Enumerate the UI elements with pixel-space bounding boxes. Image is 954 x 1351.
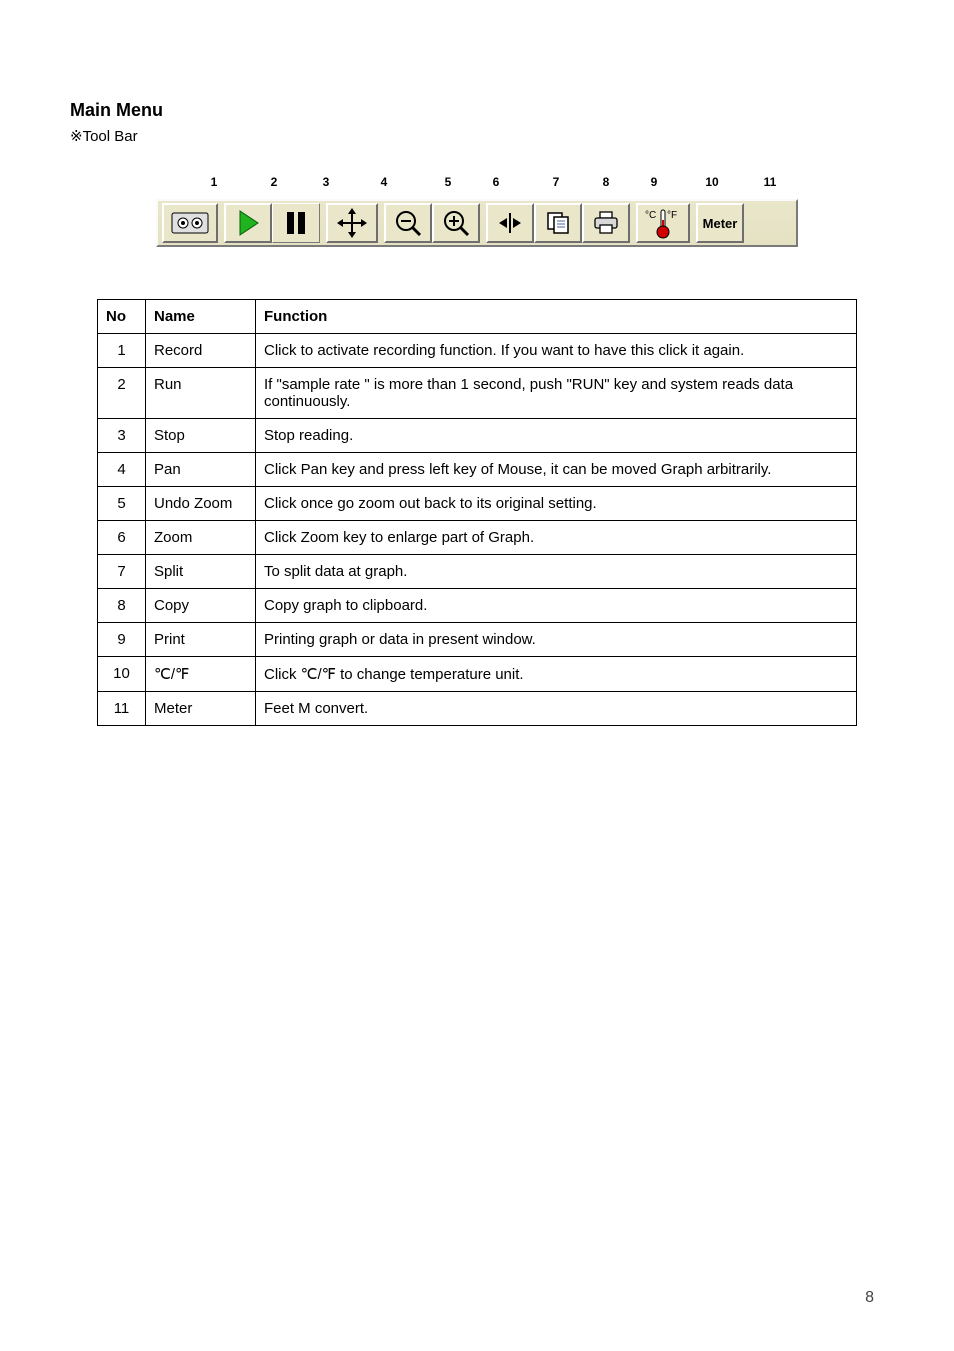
table-header-name: Name	[146, 300, 256, 334]
toolbar-number: 3	[323, 175, 330, 189]
page-number: 8	[865, 1289, 874, 1307]
table-row: 4 Pan Click Pan key and press left key o…	[98, 453, 857, 487]
cell-name: Pan	[146, 453, 256, 487]
cell-fn: To split data at graph.	[256, 555, 857, 589]
cell-no: 11	[98, 692, 146, 726]
move-icon	[337, 208, 367, 238]
cell-no: 4	[98, 453, 146, 487]
zoom-button[interactable]	[432, 203, 480, 243]
cell-fn: Copy graph to clipboard.	[256, 589, 857, 623]
toolbar-number: 8	[603, 175, 610, 189]
split-icon	[497, 211, 523, 235]
celsius-fahrenheit-button[interactable]: °C °F	[636, 203, 690, 243]
copy-icon	[545, 210, 571, 236]
cell-name: Meter	[146, 692, 256, 726]
cell-no: 6	[98, 521, 146, 555]
undo-zoom-button[interactable]	[384, 203, 432, 243]
svg-text:°F: °F	[667, 210, 677, 221]
print-button[interactable]	[582, 203, 630, 243]
toolbar-description-table: No Name Function 1 Record Click to activ…	[97, 299, 857, 726]
split-button[interactable]	[486, 203, 534, 243]
toolbar-number: 11	[764, 175, 777, 189]
table-header-no: No	[98, 300, 146, 334]
pause-icon	[285, 210, 307, 236]
toolbar-number: 10	[705, 175, 718, 189]
cell-fn: Stop reading.	[256, 419, 857, 453]
cell-name: ℃/℉	[146, 657, 256, 692]
cell-name: Record	[146, 334, 256, 368]
cell-fn: Click Pan key and press left key of Mous…	[256, 453, 857, 487]
table-row: 10 ℃/℉ Click ℃/℉ to change temperature u…	[98, 657, 857, 692]
toolbar-number-row: 1 2 3 4 5 6 7 8 9 10 11	[156, 175, 798, 195]
table-row: 11 Meter Feet M convert.	[98, 692, 857, 726]
cell-fn: Printing graph or data in present window…	[256, 623, 857, 657]
run-button[interactable]	[224, 203, 272, 243]
printer-icon	[592, 211, 620, 235]
cell-no: 1	[98, 334, 146, 368]
cell-no: 5	[98, 487, 146, 521]
table-row: 7 Split To split data at graph.	[98, 555, 857, 589]
toolbar-number: 1	[211, 175, 218, 189]
cell-no: 8	[98, 589, 146, 623]
cell-no: 10	[98, 657, 146, 692]
stop-button[interactable]	[272, 203, 320, 243]
toolbar-number: 9	[651, 175, 658, 189]
copy-button[interactable]	[534, 203, 582, 243]
toolbar-number: 2	[271, 175, 278, 189]
thermometer-icon: °C °F	[643, 206, 683, 240]
cell-no: 2	[98, 368, 146, 419]
cell-name: Copy	[146, 589, 256, 623]
cell-name: Undo Zoom	[146, 487, 256, 521]
cell-fn: If "sample rate " is more than 1 second,…	[256, 368, 857, 419]
cell-no: 9	[98, 623, 146, 657]
cell-name: Split	[146, 555, 256, 589]
section-subtitle: ※Tool Bar	[70, 127, 884, 145]
pan-button[interactable]	[326, 203, 378, 243]
table-row: 1 Record Click to activate recording fun…	[98, 334, 857, 368]
toolbar-number: 5	[445, 175, 452, 189]
cell-name: Zoom	[146, 521, 256, 555]
table-row: 2 Run If "sample rate " is more than 1 s…	[98, 368, 857, 419]
cell-fn: Feet M convert.	[256, 692, 857, 726]
toolbar-number: 7	[553, 175, 560, 189]
table-header-fn: Function	[256, 300, 857, 334]
cell-name: Run	[146, 368, 256, 419]
cassette-icon	[171, 212, 209, 234]
zoom-out-icon	[394, 209, 422, 237]
table-row: 3 Stop Stop reading.	[98, 419, 857, 453]
cell-no: 7	[98, 555, 146, 589]
cell-fn: Click to activate recording function. If…	[256, 334, 857, 368]
toolbar-number: 6	[493, 175, 500, 189]
section-title: Main Menu	[70, 100, 884, 121]
cell-name: Stop	[146, 419, 256, 453]
meter-button[interactable]: Meter	[696, 203, 744, 243]
svg-text:°C: °C	[645, 210, 656, 221]
table-row: 5 Undo Zoom Click once go zoom out back …	[98, 487, 857, 521]
cell-name: Print	[146, 623, 256, 657]
table-row: 9 Print Printing graph or data in presen…	[98, 623, 857, 657]
play-icon	[236, 209, 260, 237]
cell-fn: Click Zoom key to enlarge part of Graph.	[256, 521, 857, 555]
cell-no: 3	[98, 419, 146, 453]
table-row: 8 Copy Copy graph to clipboard.	[98, 589, 857, 623]
toolbar-number: 4	[381, 175, 388, 189]
record-button[interactable]	[162, 203, 218, 243]
cell-fn: Click ℃/℉ to change temperature unit.	[256, 657, 857, 692]
toolbar: °C °F Meter	[156, 199, 798, 247]
toolbar-figure: 1 2 3 4 5 6 7 8 9 10 11	[156, 175, 798, 247]
table-row: 6 Zoom Click Zoom key to enlarge part of…	[98, 521, 857, 555]
zoom-in-icon	[442, 209, 470, 237]
cell-fn: Click once go zoom out back to its origi…	[256, 487, 857, 521]
meter-label: Meter	[703, 216, 738, 231]
